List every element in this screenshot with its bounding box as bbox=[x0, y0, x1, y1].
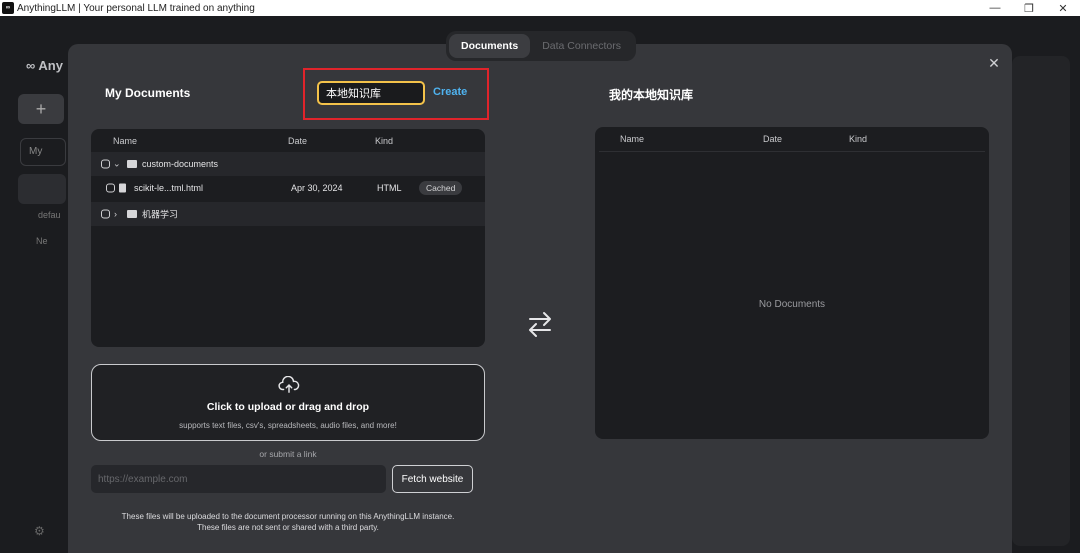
row-checkbox[interactable] bbox=[101, 159, 110, 169]
workspace-heading: 我的本地知识库 bbox=[609, 88, 694, 102]
sidebar-new-thread[interactable]: Ne bbox=[36, 236, 48, 246]
workspace-documents-table: Name Date Kind No Documents bbox=[595, 127, 989, 439]
app-logo-icon: ∞ bbox=[2, 2, 14, 14]
background-panel bbox=[1012, 56, 1070, 546]
table-row[interactable]: scikit-le...tml.html Apr 30, 2024 HTML C… bbox=[91, 176, 485, 200]
upload-title: Click to upload or drag and drop bbox=[206, 401, 370, 413]
table-header: Name Date Kind bbox=[91, 129, 485, 151]
close-modal-icon[interactable]: ✕ bbox=[985, 54, 1003, 72]
upload-dropzone[interactable]: Click to upload or drag and drop support… bbox=[91, 364, 485, 441]
folder-icon bbox=[127, 210, 137, 218]
file-kind: HTML bbox=[377, 183, 402, 193]
tab-documents[interactable]: Documents bbox=[449, 34, 531, 58]
folder-name: 机器学习 bbox=[142, 209, 179, 220]
file-date: Apr 30, 2024 bbox=[291, 183, 343, 193]
file-icon bbox=[119, 183, 126, 193]
disclaimer-line-1: These files will be uploaded to the docu… bbox=[121, 512, 455, 521]
table-row[interactable]: › 机器学习 bbox=[91, 202, 485, 226]
empty-state-text: No Documents bbox=[758, 299, 826, 310]
sidebar-workspace-item[interactable] bbox=[18, 174, 66, 204]
folder-icon bbox=[127, 160, 137, 168]
row-checkbox[interactable] bbox=[106, 183, 115, 193]
minimize-icon[interactable]: — bbox=[978, 0, 1012, 16]
column-header-date: Date bbox=[763, 134, 783, 144]
column-header-date: Date bbox=[288, 136, 308, 146]
modal-tabs: Documents Data Connectors bbox=[446, 31, 636, 61]
sidebar-logo: ∞ Any bbox=[26, 58, 63, 73]
table-header: Name Date Kind bbox=[595, 127, 989, 149]
settings-icon[interactable]: ⚙ bbox=[34, 524, 45, 538]
column-header-kind: Kind bbox=[849, 134, 868, 144]
folder-name: custom-documents bbox=[142, 159, 219, 169]
or-submit-link-text: or submit a link bbox=[259, 449, 317, 459]
chevron-down-icon[interactable]: ⌄ bbox=[113, 159, 121, 170]
folder-name-input[interactable] bbox=[317, 81, 425, 105]
file-name: scikit-le...tml.html bbox=[134, 183, 204, 193]
chevron-right-icon[interactable]: › bbox=[114, 209, 117, 219]
sidebar-search[interactable]: My bbox=[20, 138, 66, 166]
fetch-website-button[interactable]: Fetch website bbox=[392, 465, 473, 493]
column-header-name: Name bbox=[620, 134, 645, 144]
window-titlebar: ∞ AnythingLLM | Your personal LLM traine… bbox=[0, 0, 1080, 16]
create-folder-button[interactable]: Create bbox=[433, 86, 467, 98]
close-window-icon[interactable]: ✕ bbox=[1046, 0, 1080, 16]
url-input[interactable] bbox=[91, 465, 386, 493]
move-arrows-icon[interactable] bbox=[528, 311, 552, 337]
maximize-icon[interactable]: ❐ bbox=[1012, 0, 1046, 16]
my-documents-heading: My Documents bbox=[105, 86, 191, 100]
upload-disclaimer: These files will be uploaded to the docu… bbox=[91, 511, 485, 533]
column-header-name: Name bbox=[113, 136, 138, 146]
my-documents-table: Name Date Kind ⌄ custom-documents scikit… bbox=[91, 129, 485, 347]
upload-subtitle: supports text files, csv's, spreadsheets… bbox=[179, 421, 397, 430]
cloud-upload-icon bbox=[278, 376, 300, 393]
window-title: AnythingLLM | Your personal LLM trained … bbox=[17, 2, 255, 14]
column-header-kind: Kind bbox=[375, 136, 394, 146]
tab-data-connectors[interactable]: Data Connectors bbox=[530, 34, 633, 58]
sidebar-default-thread[interactable]: defau bbox=[38, 210, 61, 220]
cached-badge: Cached bbox=[419, 181, 463, 195]
disclaimer-line-2: These files are not sent or shared with … bbox=[197, 523, 379, 532]
row-checkbox[interactable] bbox=[101, 209, 110, 219]
new-workspace-button[interactable]: + bbox=[18, 94, 64, 124]
header-divider bbox=[599, 151, 985, 152]
table-row[interactable]: ⌄ custom-documents bbox=[91, 152, 485, 176]
